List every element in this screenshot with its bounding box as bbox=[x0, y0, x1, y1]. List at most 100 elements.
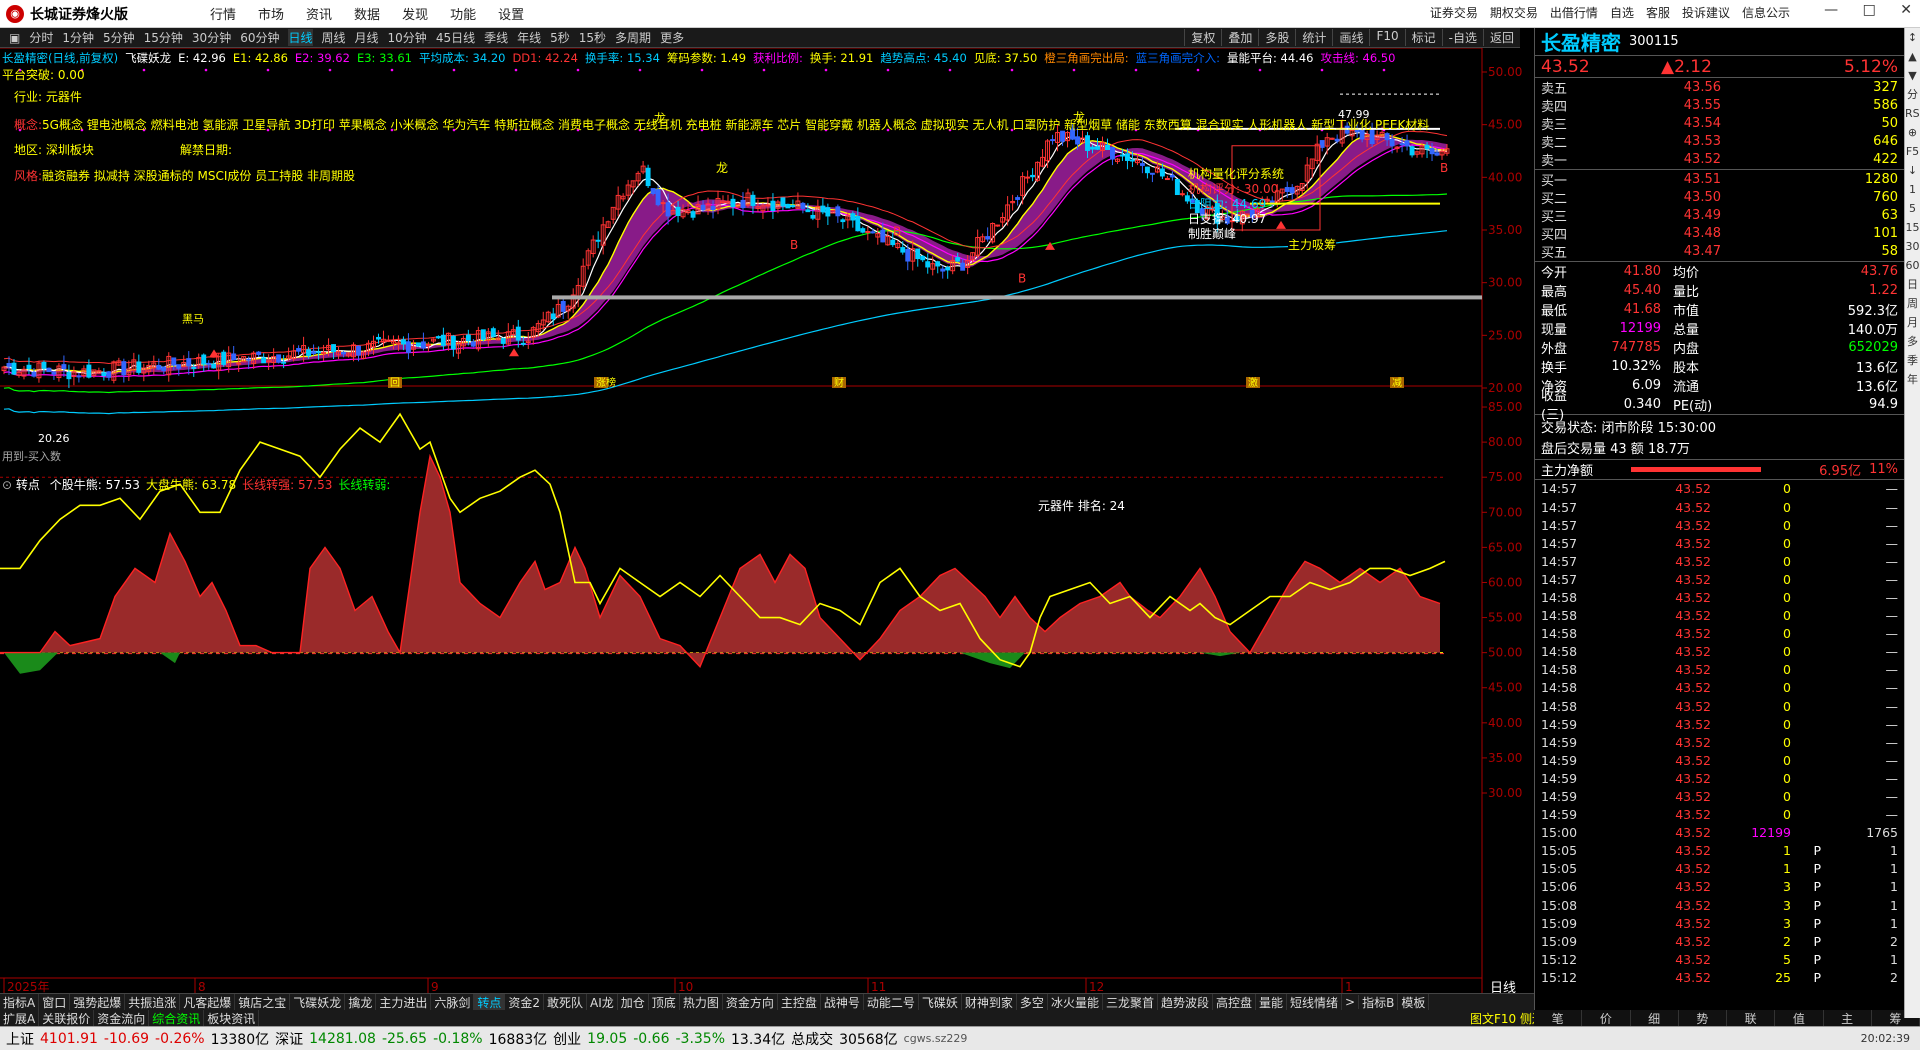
indicator-tab[interactable]: 多空 bbox=[1017, 993, 1048, 1011]
bid-row[interactable]: 买四 43.48 101 bbox=[1535, 225, 1904, 243]
period-tab[interactable]: 分时 bbox=[29, 29, 53, 46]
chart-tool-button[interactable]: 画线 bbox=[1332, 29, 1369, 46]
close-icon[interactable]: ✕ bbox=[1900, 2, 1912, 18]
top-link[interactable]: 出借行情 bbox=[1550, 6, 1598, 20]
top-link[interactable]: 证券交易 bbox=[1430, 6, 1478, 20]
indicator-tab[interactable]: 主力进出 bbox=[376, 993, 432, 1011]
indicator-tab[interactable]: 模板 bbox=[1398, 993, 1430, 1011]
period-tab[interactable]: 周线 bbox=[322, 29, 346, 46]
side-tool-button[interactable]: ↕ bbox=[1905, 28, 1920, 47]
side-tool-button[interactable]: ⊕ bbox=[1905, 123, 1920, 142]
ask-row[interactable]: 卖二 43.53 646 bbox=[1535, 133, 1904, 151]
indicator-tab[interactable]: 敢死队 bbox=[544, 993, 588, 1011]
quote-tab[interactable]: 主 bbox=[1824, 1010, 1872, 1026]
chart-tool-button[interactable]: 多股 bbox=[1258, 29, 1295, 46]
indicator-tab[interactable]: 镇店之宝 bbox=[235, 993, 291, 1011]
lower-tab[interactable]: 扩展A bbox=[0, 1009, 40, 1027]
menu-item[interactable]: 设置 bbox=[498, 8, 524, 23]
indicator-tab[interactable]: 凡客起爆 bbox=[180, 993, 236, 1011]
chart-tool-button[interactable]: 复权 bbox=[1184, 29, 1221, 46]
period-tab[interactable]: 15秒 bbox=[579, 29, 606, 46]
period-tab[interactable]: 年线 bbox=[517, 29, 541, 46]
chart-tool-button[interactable]: 返回 bbox=[1482, 29, 1520, 46]
ask-row[interactable]: 卖五 43.56 327 bbox=[1535, 78, 1904, 97]
bid-row[interactable]: 买五 43.47 58 bbox=[1535, 243, 1904, 261]
period-tab[interactable]: 多周期 bbox=[615, 29, 651, 46]
period-tab[interactable]: 15分钟 bbox=[144, 29, 183, 46]
tick-list[interactable]: 14:57 43.52 0—14:57 43.52 0—14:57 43.52 0—14:5… bbox=[1535, 480, 1904, 987]
indicator-tab[interactable]: 热力图 bbox=[680, 993, 723, 1011]
indicator-tab[interactable]: > bbox=[1342, 995, 1360, 1009]
indicator-tab[interactable]: 趋势波段 bbox=[1158, 993, 1213, 1011]
period-tab[interactable]: 5分钟 bbox=[103, 29, 135, 46]
maximize-icon[interactable]: □ bbox=[1863, 2, 1876, 18]
indicator-tab[interactable]: 指标B bbox=[1359, 993, 1399, 1011]
menu-item[interactable]: 行情 bbox=[210, 8, 236, 23]
indicator-tab[interactable]: 指标A bbox=[0, 993, 40, 1011]
ask-row[interactable]: 卖三 43.54 50 bbox=[1535, 114, 1904, 133]
indicator-tab[interactable]: 顶底 bbox=[649, 993, 680, 1011]
indicator-tab[interactable]: 擒龙 bbox=[345, 993, 377, 1011]
chart-tool-button[interactable]: -自选 bbox=[1441, 29, 1483, 46]
indicator-tab[interactable]: 高控盘 bbox=[1213, 993, 1256, 1011]
indicator-tab[interactable]: 资金2 bbox=[505, 993, 545, 1011]
side-tool-button[interactable]: 15 bbox=[1905, 218, 1920, 237]
quote-tab[interactable]: 价 bbox=[1582, 1010, 1631, 1026]
quote-tab[interactable]: 细 bbox=[1631, 1010, 1679, 1026]
bid-row[interactable]: 买二 43.50 760 bbox=[1535, 188, 1904, 207]
ask-row[interactable]: 卖一 43.52 422 bbox=[1535, 151, 1904, 169]
indicator-tab[interactable]: AI龙 bbox=[587, 993, 618, 1011]
indicator-tab[interactable]: 共振追涨 bbox=[125, 993, 181, 1011]
top-link[interactable]: 自选 bbox=[1610, 6, 1634, 20]
top-link[interactable]: 投诉建议 bbox=[1682, 6, 1730, 20]
info-icon[interactable]: ⊙ bbox=[2, 478, 12, 492]
indicator-tab[interactable]: 量能 bbox=[1256, 993, 1288, 1011]
period-tab[interactable]: 月线 bbox=[355, 29, 379, 46]
top-link[interactable]: 信息公示 bbox=[1742, 6, 1790, 20]
side-tool-button[interactable]: 60 bbox=[1905, 256, 1920, 275]
side-tool-button[interactable]: F5 bbox=[1905, 142, 1920, 161]
chart-tool-button[interactable]: 标记 bbox=[1404, 29, 1442, 46]
side-tool-button[interactable]: 多 bbox=[1905, 332, 1920, 351]
lower-tab[interactable]: 关联报价 bbox=[39, 1009, 95, 1027]
side-tool-button[interactable]: ▼ bbox=[1905, 66, 1920, 85]
top-link[interactable]: 客服 bbox=[1646, 6, 1670, 20]
chart-tool-button[interactable]: 统计 bbox=[1295, 29, 1332, 46]
indicator-tab[interactable]: 窗口 bbox=[39, 993, 71, 1011]
indicator-tab[interactable]: 加仓 bbox=[618, 993, 649, 1011]
menu-item[interactable]: 功能 bbox=[450, 8, 476, 23]
indicator-tab[interactable]: 飞碟妖龙 bbox=[290, 993, 346, 1011]
quote-tab[interactable]: 笔 bbox=[1534, 1010, 1583, 1026]
top-link[interactable]: 期权交易 bbox=[1490, 6, 1538, 20]
quote-tab[interactable]: 值 bbox=[1775, 1010, 1824, 1026]
period-tab[interactable]: 5秒 bbox=[550, 29, 570, 46]
side-tool-button[interactable]: ▲ bbox=[1905, 47, 1920, 66]
indicator-tab[interactable]: 主控盘 bbox=[778, 993, 821, 1011]
chart-tool-button[interactable]: 叠加 bbox=[1221, 29, 1258, 46]
side-tool-button[interactable]: 5 bbox=[1905, 199, 1920, 218]
side-tool-button[interactable]: 年 bbox=[1905, 370, 1920, 389]
indicator-tab[interactable]: 转点 bbox=[474, 993, 506, 1011]
indicator-tab[interactable]: 战神号 bbox=[821, 993, 864, 1011]
side-tool-button[interactable]: RSI bbox=[1905, 104, 1920, 123]
lower-tab[interactable]: 板块资讯 bbox=[204, 1009, 260, 1027]
indicator-tab[interactable]: 三龙聚首 bbox=[1103, 993, 1158, 1011]
period-tab[interactable]: 30分钟 bbox=[192, 29, 231, 46]
period-tab[interactable]: 45日线 bbox=[436, 29, 475, 46]
side-tool-button[interactable]: 分 bbox=[1905, 85, 1920, 104]
indicator-tab[interactable]: 动能二号 bbox=[864, 993, 919, 1011]
side-tool-button[interactable]: 月 bbox=[1905, 313, 1920, 332]
period-tab[interactable]: 季线 bbox=[484, 29, 508, 46]
chart-area[interactable]: 50.00 45.00 40.00 35.00 30.00 25.00 20.00 85.00… bbox=[0, 48, 1534, 993]
side-tool-button[interactable]: 1 bbox=[1905, 180, 1920, 199]
bid-row[interactable]: 买三 43.49 63 bbox=[1535, 206, 1904, 225]
indicator-tab[interactable]: 资金方向 bbox=[723, 993, 778, 1011]
window-toggle-icon[interactable]: ▣ bbox=[9, 31, 20, 45]
period-tab[interactable]: 60分钟 bbox=[240, 29, 279, 46]
menu-item[interactable]: 数据 bbox=[354, 8, 380, 23]
lower-tab[interactable]: 综合资讯 bbox=[149, 1009, 205, 1027]
menu-item[interactable]: 市场 bbox=[258, 8, 284, 23]
indicator-tab[interactable]: 短线情绪 bbox=[1287, 993, 1343, 1011]
period-tab[interactable]: 日线 bbox=[288, 29, 313, 46]
indicator-tab[interactable]: 财神到家 bbox=[962, 993, 1017, 1011]
